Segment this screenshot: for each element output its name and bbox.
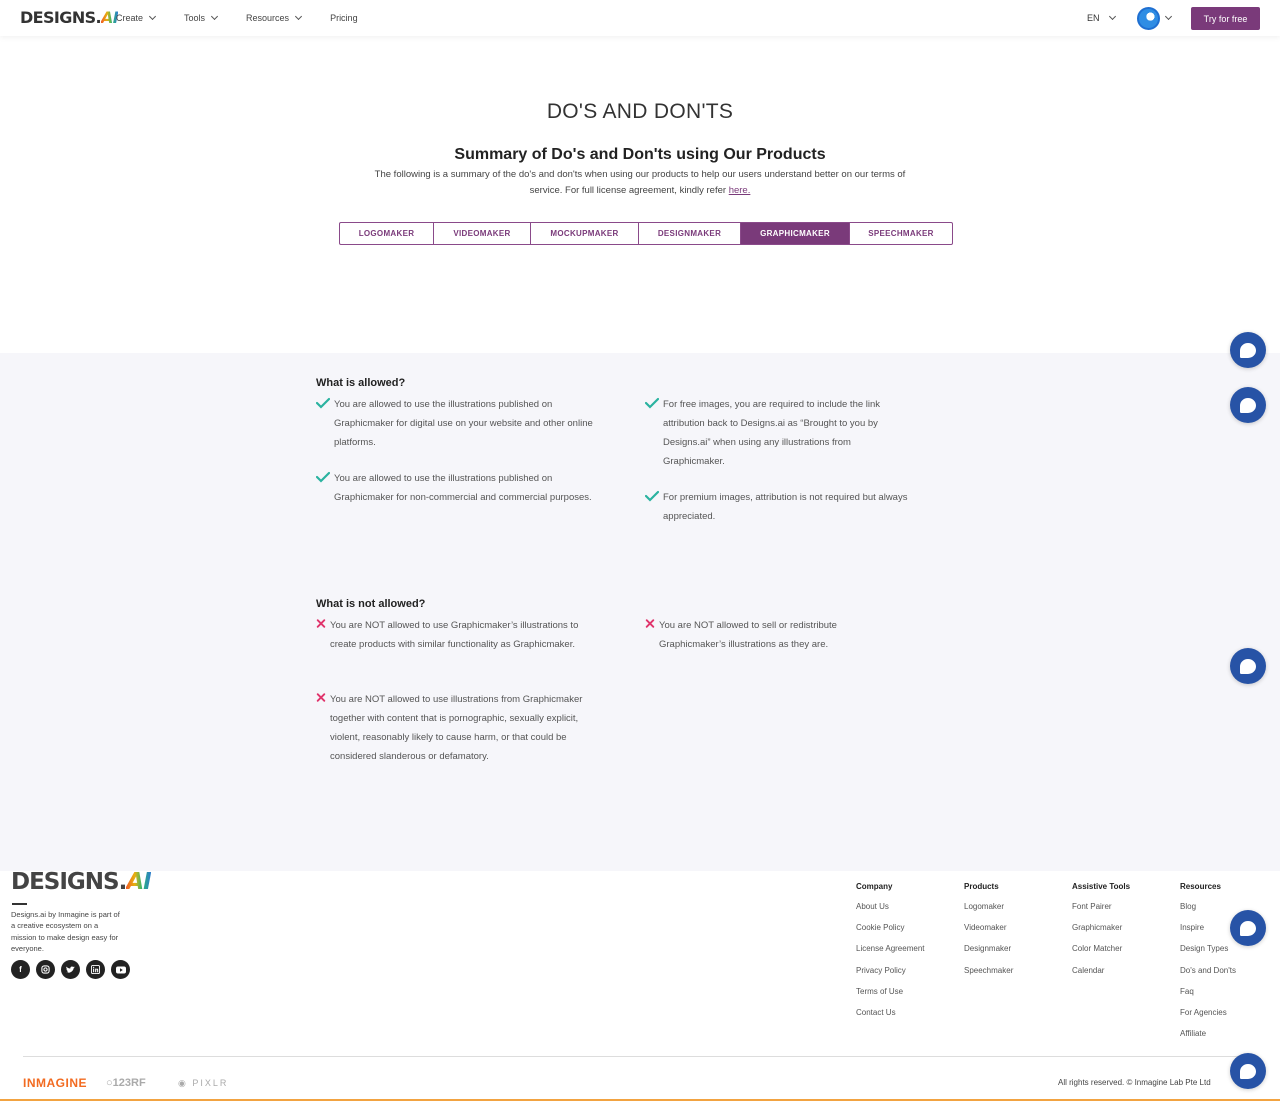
cross-icon xyxy=(645,619,655,628)
footer-link[interactable]: License Agreement xyxy=(856,943,925,964)
footer-link[interactable]: Do's and Don'ts xyxy=(1180,965,1236,986)
tab-designmaker[interactable]: DESIGNMAKER xyxy=(638,222,741,245)
menu-resources[interactable]: Resources xyxy=(246,12,303,23)
youtube-icon[interactable] xyxy=(111,960,130,979)
chat-bubble-icon xyxy=(1240,1063,1256,1079)
footer-link[interactable]: Terms of Use xyxy=(856,986,925,1007)
footer-link[interactable]: Logomaker xyxy=(964,901,1013,922)
main-menu: Create Tools Resources Pricing xyxy=(116,0,358,36)
chat-button[interactable] xyxy=(1230,387,1266,423)
not-allowed-item: You are NOT allowed to use illustrations… xyxy=(316,690,606,766)
cross-icon xyxy=(316,619,326,628)
footer-link[interactable]: Color Matcher xyxy=(1072,943,1130,964)
designs-ai-logo[interactable]: DESIGNS.AI xyxy=(20,9,119,27)
chat-bubble-icon xyxy=(1240,658,1256,674)
footer-col-company: Company About Us Cookie Policy License A… xyxy=(856,882,925,1028)
footer-link[interactable]: Calendar xyxy=(1072,965,1130,986)
check-icon xyxy=(645,490,659,502)
footer-col-resources: Resources Blog Inspire Design Types Do's… xyxy=(1180,882,1236,1049)
chat-button[interactable] xyxy=(1230,1053,1266,1089)
chat-button[interactable] xyxy=(1230,648,1266,684)
copyright-text: All rights reserved. © Inmagine Lab Pte … xyxy=(1058,1078,1211,1087)
tab-mockupmaker[interactable]: MOCKUPMAKER xyxy=(530,222,639,245)
not-allowed-item: You are NOT allowed to use Graphicmaker’… xyxy=(316,616,606,654)
allowed-item: You are allowed to use the illustrations… xyxy=(316,395,606,452)
footer-link[interactable]: Blog xyxy=(1180,901,1236,922)
footer-link[interactable]: Affiliate xyxy=(1180,1028,1236,1049)
footer-link[interactable]: Font Pairer xyxy=(1072,901,1130,922)
chat-bubble-icon xyxy=(1240,920,1256,936)
tab-speechmaker[interactable]: SPEECHMAKER xyxy=(849,222,953,245)
facebook-icon[interactable]: f xyxy=(11,960,30,979)
footer-description: Designs.ai by Inmagine is part of a crea… xyxy=(11,910,120,953)
footer-divider xyxy=(23,1056,1258,1057)
linkedin-icon[interactable] xyxy=(86,960,105,979)
tab-logomaker[interactable]: LOGOMAKER xyxy=(339,222,434,245)
check-icon xyxy=(316,471,330,483)
not-allowed-item: You are NOT allowed to sell or redistrib… xyxy=(645,616,875,654)
user-avatar[interactable] xyxy=(1137,7,1160,30)
section-subtitle: Summary of Do's and Don'ts using Our Pro… xyxy=(454,146,826,163)
twitter-icon[interactable] xyxy=(61,960,80,979)
cross-icon xyxy=(316,693,326,702)
menu-pricing[interactable]: Pricing xyxy=(330,13,358,23)
footer-link[interactable]: Faq xyxy=(1180,986,1236,1007)
123rf-logo[interactable]: ○123RF xyxy=(106,1077,146,1089)
pixlr-logo[interactable]: ◉ PIXLR xyxy=(178,1078,228,1089)
license-link[interactable]: here. xyxy=(729,185,751,196)
chevron-down-icon xyxy=(295,12,303,21)
tab-graphicmaker[interactable]: GRAPHICMAKER xyxy=(740,222,850,245)
social-links: f xyxy=(11,960,136,979)
footer-link[interactable]: Graphicmaker xyxy=(1072,922,1130,943)
top-navbar: DESIGNS.AI Create Tools Resources Pricin… xyxy=(0,0,1280,36)
inmagine-logo[interactable]: INMAGINE xyxy=(23,1076,87,1090)
footer-link[interactable]: Speechmaker xyxy=(964,965,1013,986)
intro-text: The following is a summary of the do's a… xyxy=(374,169,906,196)
footer-link[interactable]: About Us xyxy=(856,901,925,922)
menu-tools[interactable]: Tools xyxy=(184,12,219,23)
not-allowed-heading: What is not allowed? xyxy=(316,598,426,610)
language-selector[interactable]: EN xyxy=(1087,12,1116,23)
allowed-item: You are allowed to use the illustrations… xyxy=(316,469,606,507)
check-icon xyxy=(645,397,659,409)
footer-logo[interactable]: DESIGNS.AI xyxy=(11,869,152,895)
tab-videomaker[interactable]: VIDEOMAKER xyxy=(433,222,531,245)
footer-link[interactable]: Videomaker xyxy=(964,922,1013,943)
allowed-heading: What is allowed? xyxy=(316,377,406,389)
chat-bubble-icon xyxy=(1240,397,1256,413)
chat-button[interactable] xyxy=(1230,332,1266,368)
footer-col-assistive-tools: Assistive Tools Font Pairer Graphicmaker… xyxy=(1072,882,1130,986)
chevron-down-icon xyxy=(1108,12,1116,21)
footer-link[interactable]: Designmaker xyxy=(964,943,1013,964)
footer-link[interactable]: Contact Us xyxy=(856,1007,925,1028)
footer-link[interactable]: Inspire xyxy=(1180,922,1236,943)
menu-create[interactable]: Create xyxy=(116,12,157,23)
product-tabs: LOGOMAKER VIDEOMAKER MOCKUPMAKER DESIGNM… xyxy=(339,222,953,245)
chevron-down-icon xyxy=(148,12,157,21)
page-title: DO'S AND DON'TS xyxy=(546,100,734,123)
check-icon xyxy=(316,397,330,409)
footer-link[interactable]: For Agencies xyxy=(1180,1007,1236,1028)
allowed-item: For free images, you are required to inc… xyxy=(645,395,915,471)
footer-divider xyxy=(12,903,27,905)
try-for-free-button[interactable]: Try for free xyxy=(1191,7,1260,30)
chevron-down-icon[interactable] xyxy=(1164,12,1173,21)
footer-link[interactable]: Cookie Policy xyxy=(856,922,925,943)
chat-button[interactable] xyxy=(1230,910,1266,946)
rules-section xyxy=(0,353,1280,871)
footer-col-products: Products Logomaker Videomaker Designmake… xyxy=(964,882,1013,986)
instagram-icon[interactable] xyxy=(36,960,55,979)
footer-link[interactable]: Design Types xyxy=(1180,943,1236,964)
chat-bubble-icon xyxy=(1240,342,1256,358)
chevron-down-icon xyxy=(210,12,219,21)
allowed-item: For premium images, attribution is not r… xyxy=(645,488,915,526)
footer-link[interactable]: Privacy Policy xyxy=(856,965,925,986)
